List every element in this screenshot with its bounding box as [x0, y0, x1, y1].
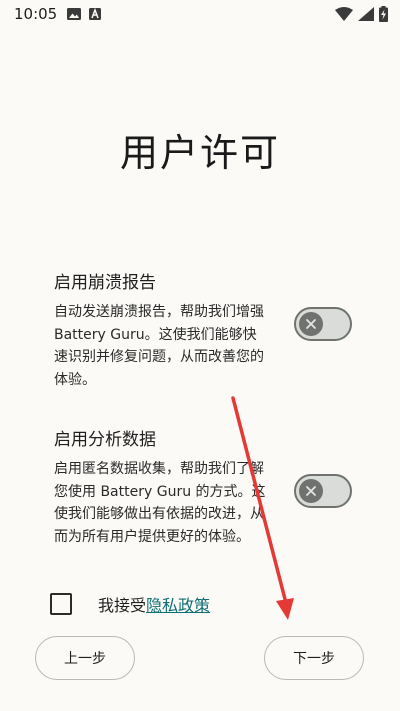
status-right-icons: [335, 6, 388, 22]
toggle-knob: [299, 312, 323, 336]
consent-text: 我接受隐私政策: [98, 592, 210, 616]
font-a-icon: [89, 8, 102, 20]
toggle-knob: [299, 479, 323, 503]
consent-prefix: 我接受: [98, 596, 147, 615]
close-icon: [306, 486, 316, 496]
privacy-policy-link[interactable]: 隐私政策: [146, 596, 210, 615]
analytics-toggle[interactable]: [294, 474, 352, 508]
close-icon: [306, 319, 316, 329]
setting-description: 自动发送崩溃报告，帮助我们增强 Battery Guru。这使我们能够快速识别并…: [54, 304, 264, 388]
battery-charging-icon: [379, 6, 388, 22]
setting-description: 启用匿名数据收集，帮助我们了解您使用 Battery Guru 的方式。这使我们…: [54, 461, 266, 545]
page-title: 用户许可: [119, 131, 280, 175]
next-button[interactable]: 下一步: [264, 636, 364, 680]
status-bar: 10:05: [0, 0, 400, 28]
crash-reports-toggle[interactable]: [294, 307, 352, 341]
privacy-consent-row: 我接受隐私政策: [50, 592, 210, 616]
wifi-icon: [335, 7, 353, 21]
signal-icon: [358, 7, 374, 21]
setting-title: 启用崩溃报告: [54, 273, 156, 293]
setting-title: 启用分析数据: [54, 430, 156, 450]
image-icon: [67, 8, 82, 20]
back-button[interactable]: 上一步: [35, 636, 135, 680]
privacy-consent-checkbox[interactable]: [50, 593, 72, 615]
status-left-icons: [67, 8, 102, 20]
status-time: 10:05: [14, 5, 58, 23]
